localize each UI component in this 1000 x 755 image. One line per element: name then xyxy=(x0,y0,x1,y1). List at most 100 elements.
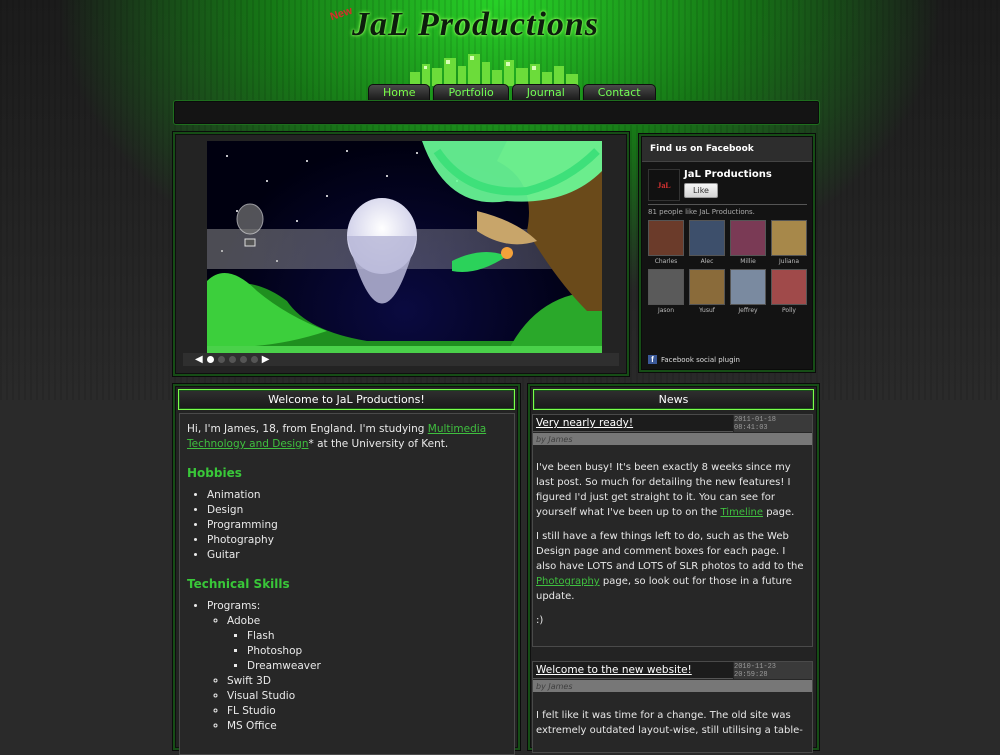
post-body: I felt like it was time for a change. Th… xyxy=(536,708,806,747)
welcome-content: Hi, I'm James, 18, from England. I'm stu… xyxy=(187,422,497,734)
fan-name: Yusuf xyxy=(699,307,715,314)
welcome-panel: Welcome to JaL Productions! Hi, I'm Jame… xyxy=(175,386,518,755)
list-item: MS Office xyxy=(227,719,497,734)
slider-controls: ◀ ▶ xyxy=(183,353,619,366)
facebook-icon: f xyxy=(648,355,657,364)
facebook-footer-label: Facebook social plugin xyxy=(661,355,740,364)
post-title-link[interactable]: Welcome to the new website! xyxy=(533,662,733,679)
fan-name: Polly xyxy=(782,307,796,314)
pixel-city-decoration xyxy=(410,54,578,86)
welcome-body: Hi, I'm James, 18, from England. I'm stu… xyxy=(179,413,515,755)
logo-text: JaL Productions xyxy=(352,6,600,43)
main-nav: Home Portfolio Journal Contact xyxy=(368,84,656,106)
post-paragraph: I felt like it was time for a change. Th… xyxy=(536,710,803,736)
photography-link[interactable]: Photography xyxy=(536,576,600,587)
news-post: Welcome to the new website! 2010-11-23 2… xyxy=(532,661,813,753)
nav-tab-contact[interactable]: Contact xyxy=(582,84,656,101)
list-item: Programs: Adobe Flash Photoshop Dreamwea… xyxy=(207,599,497,734)
site-logo[interactable]: New JaL Productions xyxy=(328,4,660,52)
post-date: 2010-11-23 20:59:28 xyxy=(734,662,812,679)
facebook-page-name[interactable]: JaL Productions xyxy=(684,169,772,180)
fan-name: Juliana xyxy=(778,258,800,265)
welcome-title: Welcome to JaL Productions! xyxy=(178,389,515,410)
list-item: Adobe Flash Photoshop Dreamweaver xyxy=(227,614,497,674)
hobbies-list: Animation Design Programming Photography… xyxy=(187,488,497,563)
fan-avatar xyxy=(730,220,766,256)
intro-paragraph: Hi, I'm James, 18, from England. I'm stu… xyxy=(187,422,497,452)
skills-heading: Technical Skills xyxy=(187,577,290,591)
like-label: Like xyxy=(693,186,709,195)
nav-tab-label: Home xyxy=(383,86,416,99)
timeline-link[interactable]: Timeline xyxy=(721,507,764,518)
slider-dot-4[interactable] xyxy=(239,356,247,363)
adobe-label: Adobe xyxy=(227,615,261,627)
logo-new-tag: New xyxy=(328,4,354,24)
nav-tab-label: Portfolio xyxy=(448,86,494,99)
paragraph-text: I still have a few things left to do, su… xyxy=(536,531,804,572)
slider-dot-1[interactable] xyxy=(206,356,214,363)
slider-dot-2[interactable] xyxy=(217,356,225,363)
paragraph-text-after: page. xyxy=(763,507,795,518)
post-paragraph: I've been busy! It's been exactly 8 week… xyxy=(536,460,806,520)
fan-avatar xyxy=(689,220,725,256)
fan-avatar xyxy=(648,220,684,256)
fan-item[interactable]: Polly xyxy=(771,269,807,314)
fan-avatar xyxy=(771,220,807,256)
list-item: Design xyxy=(207,503,497,518)
night-scene-illustration xyxy=(207,141,602,353)
fan-item[interactable]: Jason xyxy=(648,269,684,314)
slider-prev-icon[interactable]: ◀ xyxy=(195,354,203,365)
post-paragraph: :) xyxy=(536,615,544,626)
fan-name: Charles xyxy=(654,258,678,265)
news-post: Very nearly ready! 2011-01-18 08:41:03 b… xyxy=(532,414,813,647)
facebook-like-count: 81 people like JaL Productions. xyxy=(648,208,755,216)
post-paragraph: I still have a few things left to do, su… xyxy=(536,529,806,604)
fan-avatar xyxy=(771,269,807,305)
nav-tab-label: Journal xyxy=(526,86,565,99)
fan-item[interactable]: Jeffrey xyxy=(730,269,766,314)
programs-label: Programs: xyxy=(207,600,261,612)
fan-item[interactable]: Yusuf xyxy=(689,269,725,314)
nav-tab-home[interactable]: Home xyxy=(368,84,431,101)
list-item: Flash xyxy=(247,629,497,644)
post-author: by James xyxy=(533,433,812,445)
post-date: 2011-01-18 08:41:03 xyxy=(734,415,812,432)
list-item: Visual Studio xyxy=(227,689,497,704)
news-title: News xyxy=(533,389,814,410)
nav-tab-journal[interactable]: Journal xyxy=(511,84,580,101)
fan-avatar xyxy=(730,269,766,305)
fan-name: Jeffrey xyxy=(738,307,758,314)
fan-avatar xyxy=(648,269,684,305)
intro-text: Hi, I'm James, 18, from England. I'm stu… xyxy=(187,423,428,435)
facebook-page-logo[interactable]: JaL xyxy=(648,169,680,201)
facebook-like-button[interactable]: Like xyxy=(684,183,718,198)
nav-tab-label: Contact xyxy=(597,86,641,99)
fan-item[interactable]: Juliana xyxy=(771,220,807,265)
slider-dot-3[interactable] xyxy=(228,356,236,363)
list-item: Programming xyxy=(207,518,497,533)
slide-image[interactable] xyxy=(207,141,602,353)
list-item: Dreamweaver xyxy=(247,659,497,674)
post-title-link[interactable]: Very nearly ready! xyxy=(533,415,733,432)
slider-next-icon[interactable]: ▶ xyxy=(262,354,270,365)
fan-name: Millie xyxy=(740,258,756,265)
list-item: Swift 3D xyxy=(227,674,497,689)
post-author: by James xyxy=(533,680,812,692)
image-slider: ◀ ▶ xyxy=(175,134,627,374)
list-item: Animation xyxy=(207,488,497,503)
hobbies-heading: Hobbies xyxy=(187,466,242,480)
fan-item[interactable]: Alec xyxy=(689,220,725,265)
slider-dot-5[interactable] xyxy=(250,356,258,363)
fan-name: Alec xyxy=(700,258,714,265)
fan-item[interactable]: Millie xyxy=(730,220,766,265)
facebook-box-header[interactable]: Find us on Facebook xyxy=(642,137,812,162)
facebook-plugin-footer[interactable]: f Facebook social plugin xyxy=(648,355,740,364)
intro-text-after: * at the University of Kent. xyxy=(308,438,449,450)
facebook-page-info: JaL JaL Productions Like xyxy=(648,169,808,201)
list-item: Photography xyxy=(207,533,497,548)
fan-name: Jason xyxy=(657,307,675,314)
nav-tab-portfolio[interactable]: Portfolio xyxy=(433,84,509,101)
post-body: I've been busy! It's been exactly 8 week… xyxy=(536,460,806,637)
fan-item[interactable]: Charles xyxy=(648,220,684,265)
list-item: Guitar xyxy=(207,548,497,563)
